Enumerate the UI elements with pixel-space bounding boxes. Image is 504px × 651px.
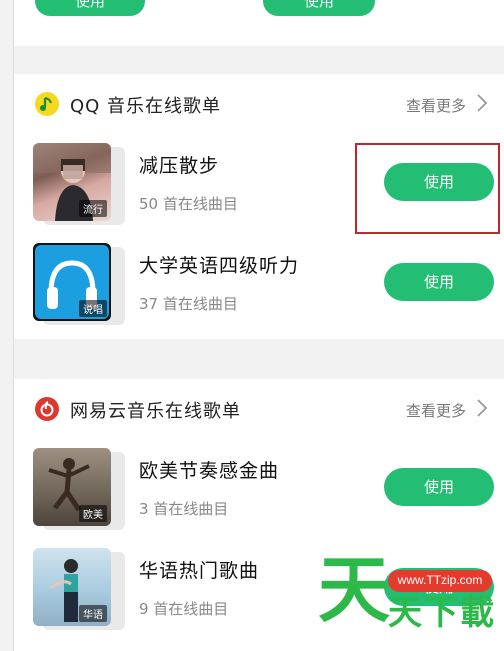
- qq-section-header: QQ 音乐在线歌单 查看更多: [14, 74, 504, 134]
- playlist-cover: 华语: [33, 548, 111, 626]
- playlist-track-count: 3 首在线曲目: [139, 500, 229, 518]
- genre-tag: 流行: [79, 200, 107, 217]
- playlist-item[interactable]: 说唱 大学英语四级听力 37 首在线曲目 使用: [14, 240, 504, 330]
- watermark-text: 天下載: [388, 593, 496, 633]
- playlist-title: 减压散步: [139, 155, 220, 177]
- site-watermark: www.TTzip.com 天 天下載: [316, 554, 504, 651]
- watermark-url-badge: www.TTzip.com: [388, 570, 492, 592]
- use-button[interactable]: 使用: [384, 263, 494, 301]
- netease-section-header: 网易云音乐在线歌单 查看更多: [14, 379, 504, 439]
- playlist-title: 大学英语四级听力: [139, 255, 300, 277]
- playlist-track-count: 37 首在线曲目: [139, 295, 238, 313]
- use-button-prev-left[interactable]: 使用: [35, 0, 145, 16]
- chevron-right-icon[interactable]: [472, 93, 492, 113]
- playlist-item[interactable]: 欧美 欧美节奏感金曲 3 首在线曲目 使用: [14, 445, 504, 535]
- qq-music-icon: [35, 92, 59, 116]
- playlist-track-count: 9 首在线曲目: [139, 600, 229, 618]
- playlist-cover: 流行: [33, 143, 111, 221]
- previous-section-card: 使用 使用: [14, 0, 504, 46]
- use-button[interactable]: 使用: [384, 468, 494, 506]
- see-more-link[interactable]: 查看更多: [406, 95, 466, 116]
- playlist-title: 华语热门歌曲: [139, 560, 260, 582]
- watermark-big-glyph: 天: [318, 548, 391, 632]
- genre-tag: 华语: [79, 605, 107, 622]
- genre-tag: 说唱: [79, 300, 107, 317]
- watermark-url: www.TTzip.com: [397, 573, 483, 587]
- section-title: 网易云音乐在线歌单: [70, 401, 241, 422]
- highlight-box: [355, 143, 500, 234]
- netease-music-icon: [35, 397, 59, 421]
- see-more-link[interactable]: 查看更多: [406, 400, 466, 421]
- use-button-prev-right[interactable]: 使用: [263, 0, 375, 16]
- playlist-track-count: 50 首在线曲目: [139, 195, 238, 213]
- playlist-cover: 说唱: [33, 243, 111, 321]
- genre-tag: 欧美: [79, 505, 107, 522]
- chevron-right-icon[interactable]: [472, 398, 492, 418]
- section-title: QQ 音乐在线歌单: [70, 96, 222, 117]
- playlist-cover: 欧美: [33, 448, 111, 526]
- playlist-title: 欧美节奏感金曲: [139, 460, 280, 482]
